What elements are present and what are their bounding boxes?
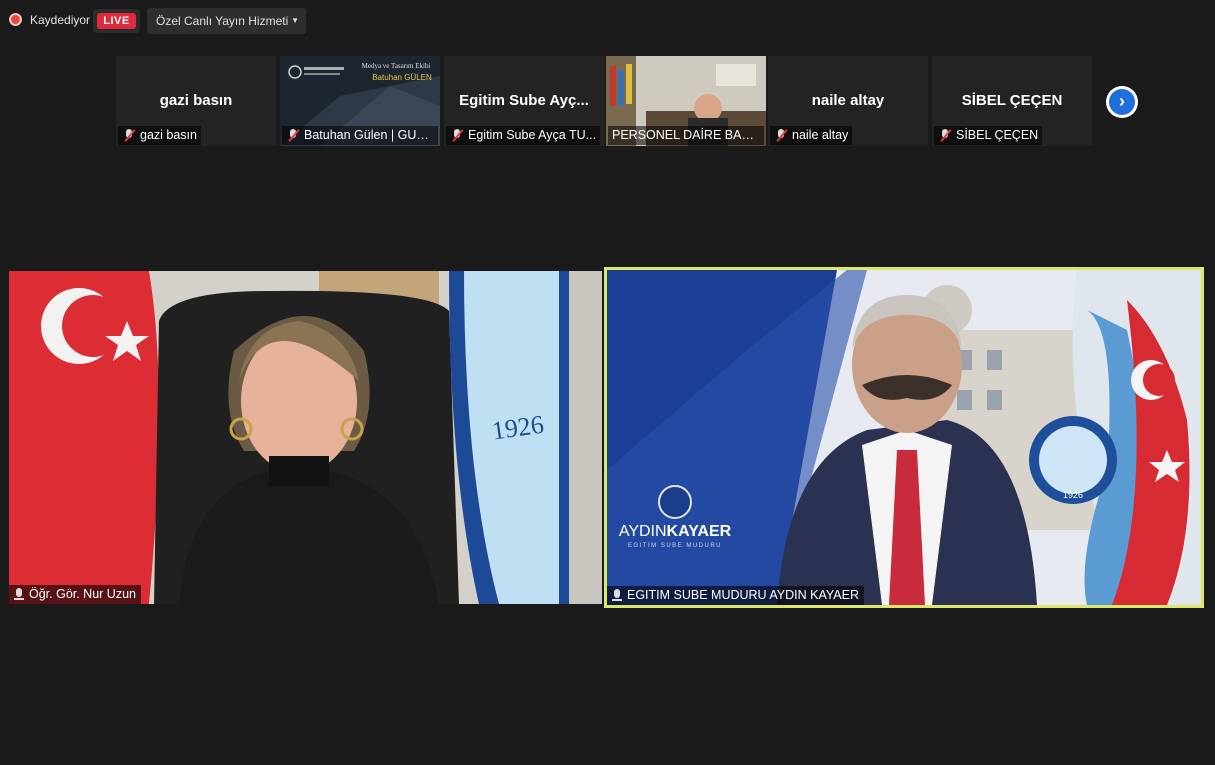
participant-name-label: naile altay — [770, 126, 853, 145]
participant-name-label: Batuhan Gülen | GUZE... — [282, 126, 438, 145]
chevron-right-icon: › — [1109, 89, 1135, 115]
main-video-left[interactable]: 1926 Öğr. Gör. Nur Uzun — [9, 271, 602, 604]
live-label: LIVE — [97, 13, 136, 29]
participant-name-label: SİBEL ÇEÇEN — [934, 126, 1043, 145]
participant-tile[interactable]: PERSONEL DAİRE BAŞKA... — [606, 56, 766, 146]
mic-muted-icon — [451, 129, 463, 142]
meeting-top-bar: Kaydediyor LIVE Özel Canlı Yayın Hizmeti… — [0, 0, 1215, 40]
brand-first-name: AYDIN — [619, 523, 667, 540]
mic-active-icon — [14, 588, 24, 601]
brand-subtitle: EGITIM SUBE MUDURU — [628, 543, 722, 549]
mic-muted-icon — [939, 129, 951, 142]
speaker-name-label: Öğr. Gör. Nur Uzun — [9, 585, 141, 604]
participant-name-label: gazi basın — [118, 126, 201, 145]
mic-muted-icon — [287, 129, 299, 142]
speaker-name-label: EGITIM SUBE MUDURU AYDIN KAYAER — [607, 586, 864, 605]
participant-tile[interactable]: naile altay naile altay — [768, 56, 928, 146]
participant-display-name: gazi basın — [159, 92, 233, 109]
participant-name-label: Egitim Sube Ayça TU... — [446, 126, 601, 145]
participant-display-name: naile altay — [811, 92, 885, 109]
stream-service-dropdown[interactable]: Özel Canlı Yayın Hizmeti ▼ — [147, 8, 306, 34]
main-video-right-active[interactable]: 1926 AYDINKAYAER EGITIM SUBE MUDURU EGIT… — [604, 267, 1204, 608]
speaker-video-left: 1926 — [9, 271, 602, 604]
mic-muted-icon — [775, 129, 787, 142]
stream-service-label: Özel Canlı Yayın Hizmeti — [156, 14, 289, 28]
thumb-name-text: Batuhan GÜLEN — [372, 73, 432, 82]
speaker-video-right: 1926 AYDINKAYAER EGITIM SUBE MUDURU — [607, 270, 1201, 605]
mic-active-icon — [612, 589, 622, 602]
recording-icon — [9, 13, 22, 26]
next-page-button[interactable]: › — [1106, 86, 1138, 118]
participant-tile[interactable]: SİBEL ÇEÇEN SİBEL ÇEÇEN — [932, 56, 1092, 146]
recording-label: Kaydediyor — [30, 13, 91, 27]
live-badge[interactable]: LIVE — [93, 9, 140, 33]
svg-text:AYDINKAYAER: AYDINKAYAER — [619, 523, 732, 540]
caret-down-icon: ▼ — [291, 16, 299, 25]
participant-name-label: PERSONEL DAİRE BAŞKA... — [608, 126, 764, 145]
participant-display-name: Egitim Sube Ayç... — [459, 92, 589, 109]
brand-last-name: KAYAER — [667, 523, 732, 540]
seal-year-text: 1926 — [1063, 490, 1083, 500]
participant-display-name: SİBEL ÇEÇEN — [961, 92, 1063, 109]
thumb-title-text: Medya ve Tasarım Ekibi — [362, 62, 431, 70]
participant-tile[interactable]: Medya ve Tasarım Ekibi Batuhan GÜLEN Bat… — [280, 56, 440, 146]
participant-tile[interactable]: Egitim Sube Ayç... Egitim Sube Ayça TU..… — [444, 56, 604, 146]
participant-tile[interactable]: gazi basın gazi basın — [116, 56, 276, 146]
mic-muted-icon — [123, 129, 135, 142]
